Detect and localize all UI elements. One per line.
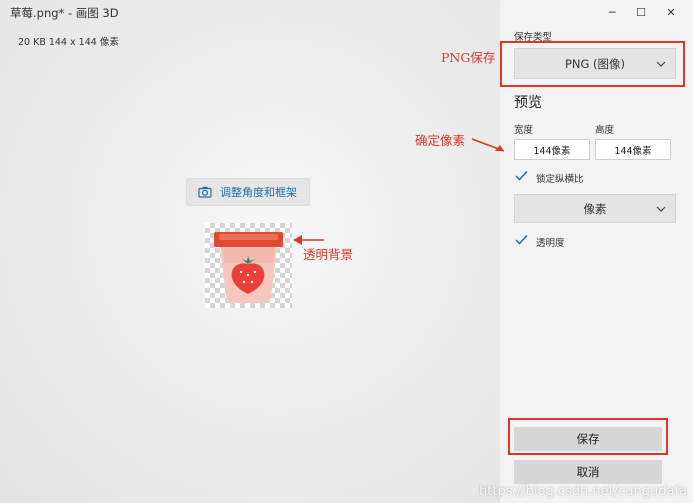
set-pixels-annotation: 确定像素	[415, 133, 466, 148]
width-input[interactable]: 144像素	[514, 139, 590, 160]
camera-icon	[198, 186, 212, 198]
close-button[interactable]: ✕	[656, 0, 686, 24]
height-input[interactable]: 144像素	[595, 139, 671, 160]
lock-aspect-label: 锁定纵横比	[536, 174, 584, 185]
unit-dropdown[interactable]: 像素	[514, 194, 676, 223]
png-save-annotation: PNG保存	[441, 50, 496, 65]
adjust-angle-frame-label: 调整角度和框架	[220, 186, 297, 199]
adjust-angle-frame-button[interactable]: 调整角度和框架	[186, 178, 310, 206]
canvas-area[interactable]: 草莓.png* - 画图 3D 20 KB 144 x 144 像素 调整角度和…	[0, 0, 500, 503]
strawberry-image	[214, 232, 283, 303]
window-title: 草莓.png* - 画图 3D	[10, 6, 119, 20]
png-save-highlight	[500, 41, 685, 87]
unit-value: 像素	[583, 201, 607, 216]
save-button-highlight	[508, 418, 668, 455]
transparency-label: 透明度	[536, 238, 565, 249]
minimize-button[interactable]: ─	[597, 0, 627, 24]
transparency-checkbox[interactable]	[514, 232, 529, 247]
checkmark-icon	[515, 170, 528, 181]
lock-aspect-checkbox[interactable]	[514, 168, 529, 183]
width-label: 宽度	[514, 125, 534, 136]
arrow-icon	[471, 138, 505, 152]
chevron-down-icon	[656, 206, 666, 212]
cancel-button[interactable]: 取消	[514, 460, 662, 484]
file-info: 20 KB 144 x 144 像素	[18, 37, 119, 48]
preview-heading: 预览	[514, 95, 542, 111]
transparent-bg-annotation: 透明背景	[303, 247, 354, 262]
checkmark-icon	[515, 234, 528, 245]
watermark: https://blog.csdn.net/cungudafa	[479, 484, 687, 499]
height-label: 高度	[595, 125, 615, 136]
image-preview	[205, 223, 292, 308]
maximize-button[interactable]: ☐	[626, 0, 656, 24]
